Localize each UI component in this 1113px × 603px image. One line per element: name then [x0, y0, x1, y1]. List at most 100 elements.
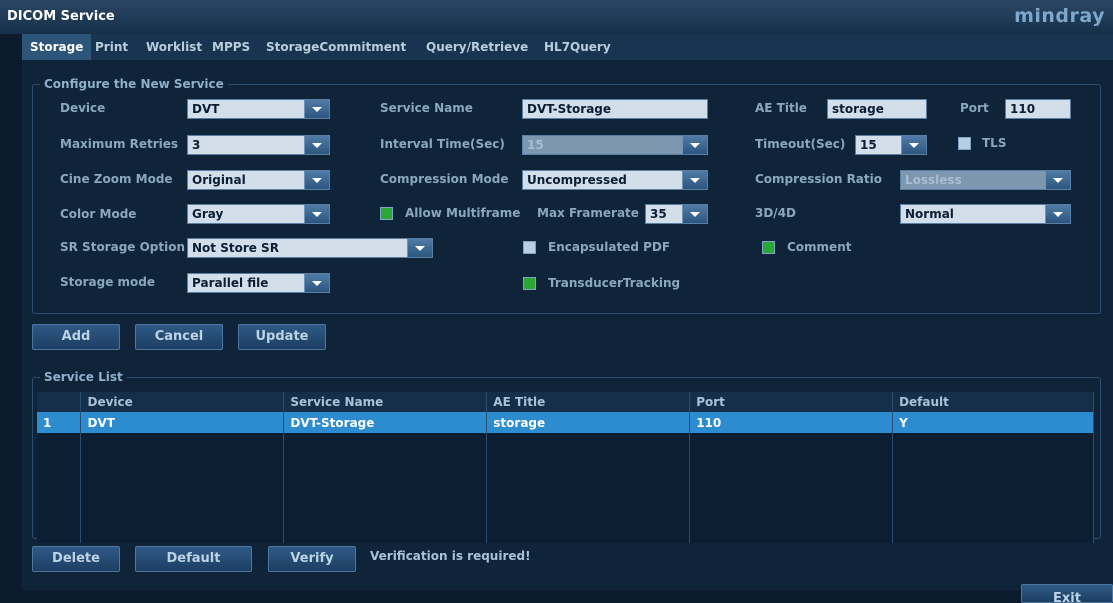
chevron-down-icon[interactable]: [304, 171, 329, 189]
interval-time-value: 15: [527, 138, 544, 152]
table-empty-area: [37, 433, 1094, 543]
chevron-down-icon: [682, 136, 707, 154]
encapsulated-pdf-checkbox[interactable]: [523, 241, 536, 254]
column-header-port[interactable]: Port: [689, 392, 894, 412]
exit-button[interactable]: Exit: [1021, 584, 1113, 603]
add-button[interactable]: Add: [32, 324, 120, 350]
chevron-down-icon[interactable]: [407, 239, 432, 257]
max-retries-label: Maximum Retries: [60, 137, 179, 151]
chevron-down-icon[interactable]: [682, 171, 707, 189]
row-service-name: DVT-Storage: [283, 412, 488, 433]
chevron-down-icon[interactable]: [304, 205, 329, 223]
row-index: 1: [37, 412, 82, 433]
port-field[interactable]: 110: [1005, 99, 1071, 119]
sr-storage-combo[interactable]: Not Store SR: [187, 238, 433, 258]
row-port: 110: [689, 412, 894, 433]
verification-message: Verification is required!: [370, 549, 531, 563]
chevron-down-icon[interactable]: [1045, 205, 1070, 223]
max-framerate-label: Max Framerate: [537, 206, 639, 220]
interval-time-label: Interval Time(Sec): [380, 137, 505, 151]
default-button[interactable]: Default: [135, 546, 252, 572]
storage-mode-label: Storage mode: [60, 275, 156, 289]
allow-multiframe-checkbox[interactable]: [380, 207, 393, 220]
device-value: DVT: [192, 102, 220, 116]
compression-ratio-label: Compression Ratio: [755, 172, 882, 186]
row-device: DVT: [80, 412, 285, 433]
color-mode-value: Gray: [192, 207, 224, 221]
table-header-row: Device Service Name AE Title Port Defaul…: [37, 392, 1094, 412]
mindray-logo: mindray: [1014, 5, 1105, 27]
tab-mpps[interactable]: MPPS: [204, 34, 258, 60]
service-list-legend: Service List: [40, 370, 127, 384]
cine-zoom-value: Original: [192, 173, 246, 187]
cancel-button[interactable]: Cancel: [135, 324, 223, 350]
verify-button[interactable]: Verify: [268, 546, 356, 572]
tls-checkbox[interactable]: [958, 137, 971, 150]
column-header-default[interactable]: Default: [892, 392, 1094, 412]
compression-mode-label: Compression Mode: [380, 172, 509, 186]
tab-hl7query[interactable]: HL7Query: [536, 34, 619, 60]
compression-mode-combo[interactable]: Uncompressed: [522, 170, 708, 190]
update-button[interactable]: Update: [238, 324, 326, 350]
chevron-down-icon: [1045, 171, 1070, 189]
sr-storage-value: Not Store SR: [192, 241, 279, 255]
interval-time-combo: 15: [522, 135, 708, 155]
chevron-down-icon[interactable]: [304, 274, 329, 292]
tab-print[interactable]: Print: [87, 34, 136, 60]
3d4d-label: 3D/4D: [755, 206, 797, 220]
delete-button[interactable]: Delete: [32, 546, 120, 572]
timeout-value: 15: [860, 138, 877, 152]
timeout-label: Timeout(Sec): [755, 137, 846, 151]
port-label: Port: [960, 101, 989, 115]
chevron-down-icon[interactable]: [304, 100, 329, 118]
3d4d-value: Normal: [905, 207, 954, 221]
service-name-field[interactable]: DVT-Storage: [522, 99, 708, 119]
cine-zoom-combo[interactable]: Original: [187, 170, 330, 190]
comment-label: Comment: [787, 240, 852, 254]
window-title: DICOM Service: [7, 9, 115, 24]
tls-label: TLS: [982, 136, 1007, 150]
tab-storagecommitment[interactable]: StorageCommitment: [258, 34, 414, 60]
sr-storage-label: SR Storage Option: [60, 240, 186, 254]
row-default: Y: [892, 412, 1094, 433]
title-bar: DICOM Service mindray: [0, 0, 1113, 34]
transducer-tracking-label: TransducerTracking: [548, 276, 681, 290]
storage-mode-value: Parallel file: [192, 276, 269, 290]
chevron-down-icon[interactable]: [304, 136, 329, 154]
encapsulated-pdf-label: Encapsulated PDF: [548, 240, 671, 254]
3d4d-combo[interactable]: Normal: [900, 204, 1071, 224]
tab-query-retrieve[interactable]: Query/Retrieve: [418, 34, 536, 60]
chevron-down-icon[interactable]: [901, 136, 926, 154]
device-label: Device: [60, 101, 106, 115]
max-framerate-value: 35: [650, 207, 667, 221]
tab-worklist[interactable]: Worklist: [138, 34, 210, 60]
transducer-tracking-checkbox[interactable]: [523, 277, 536, 290]
color-mode-combo[interactable]: Gray: [187, 204, 330, 224]
ae-title-field[interactable]: storage: [827, 99, 927, 119]
configure-legend: Configure the New Service: [40, 77, 228, 91]
row-ae-title: storage: [486, 412, 691, 433]
chevron-down-icon[interactable]: [682, 205, 707, 223]
device-combo[interactable]: DVT: [187, 99, 330, 119]
service-name-label: Service Name: [380, 101, 473, 115]
allow-multiframe-label: Allow Multiframe: [405, 206, 521, 220]
tab-storage[interactable]: Storage: [22, 34, 92, 60]
ae-title-label: AE Title: [755, 101, 807, 115]
storage-mode-combo[interactable]: Parallel file: [187, 273, 330, 293]
service-list-table: Device Service Name AE Title Port Defaul…: [37, 392, 1094, 543]
max-retries-value: 3: [192, 138, 201, 152]
cine-zoom-label: Cine Zoom Mode: [60, 172, 173, 186]
tab-bar: Storage Print Worklist MPPS StorageCommi…: [22, 34, 1113, 60]
compression-ratio-combo: Lossless: [900, 170, 1071, 190]
table-row[interactable]: 1 DVT DVT-Storage storage 110 Y: [37, 412, 1094, 433]
column-header-service-name[interactable]: Service Name: [283, 392, 488, 412]
compression-ratio-value: Lossless: [905, 173, 962, 187]
timeout-combo[interactable]: 15: [855, 135, 927, 155]
column-header-ae-title[interactable]: AE Title: [486, 392, 691, 412]
max-retries-combo[interactable]: 3: [187, 135, 330, 155]
comment-checkbox[interactable]: [762, 241, 775, 254]
column-header-index: [37, 392, 82, 412]
column-header-device[interactable]: Device: [80, 392, 285, 412]
max-framerate-combo[interactable]: 35: [645, 204, 708, 224]
compression-mode-value: Uncompressed: [527, 173, 627, 187]
